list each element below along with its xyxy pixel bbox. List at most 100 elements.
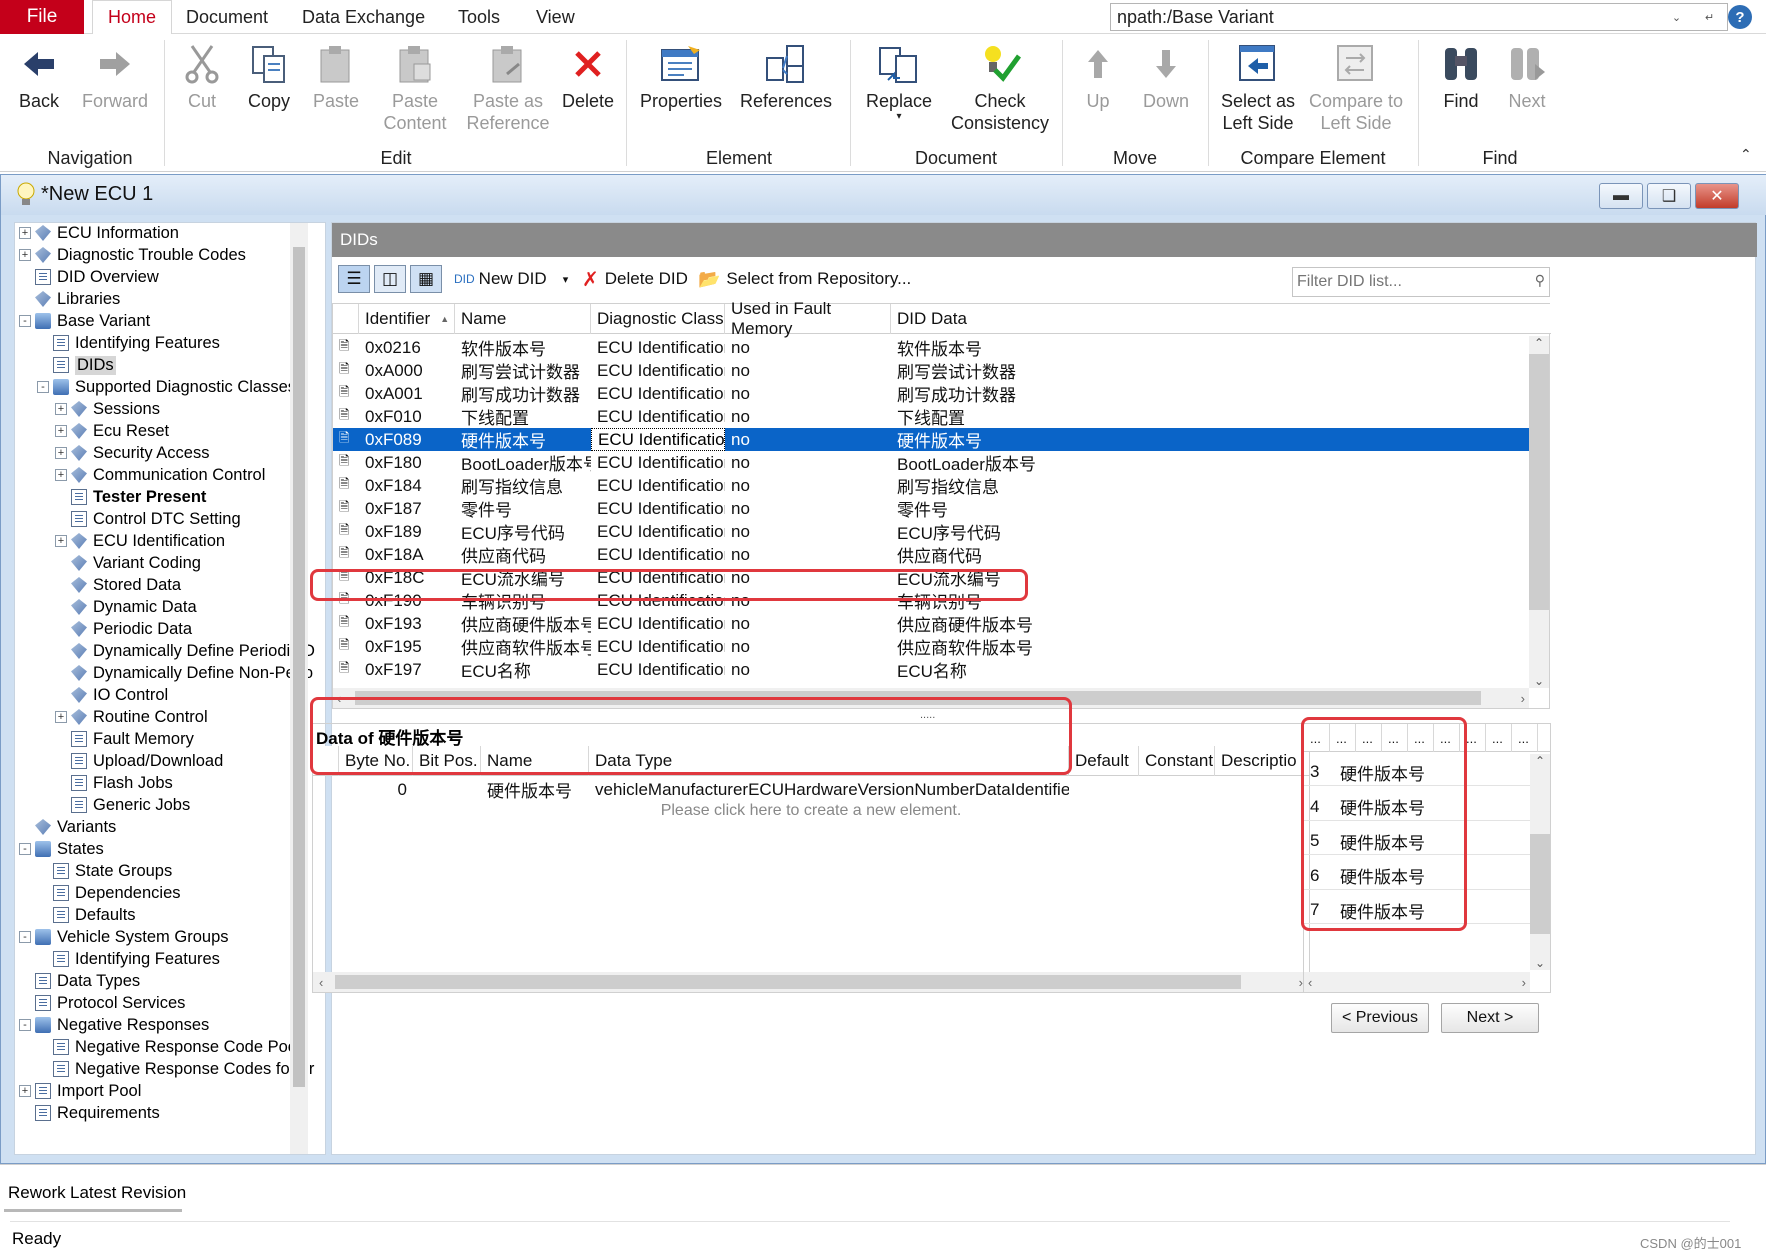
find-button[interactable]: Find	[1436, 42, 1486, 112]
expand-icon[interactable]: +	[55, 425, 67, 437]
create-element-hint[interactable]: Please click here to create a new elemen…	[313, 802, 1309, 820]
tree-item[interactable]: Control DTC Setting	[55, 508, 241, 530]
tree-item[interactable]: Variant Coding	[55, 552, 201, 574]
byte-layout-row[interactable]: 4 硬件版本号	[1304, 793, 1530, 821]
byte-layout-col[interactable]: ...	[1330, 724, 1356, 752]
col-name[interactable]: Name	[455, 304, 591, 334]
byte-layout-row[interactable]: 3 硬件版本号	[1304, 758, 1530, 786]
scroll-up-icon[interactable]: ⌃	[1534, 336, 1544, 350]
scroll-right-icon[interactable]: ›	[1521, 691, 1525, 706]
did-row[interactable]: 🗎 0xF18A 供应商代码 ECU Identification no 供应商代码	[333, 543, 1529, 567]
tree-item[interactable]: State Groups	[37, 860, 172, 882]
delete-did-button[interactable]: ✗ Delete DID	[582, 265, 688, 293]
did-row[interactable]: 🗎 0xF010 下线配置 ECU Identification no 下线配置	[333, 405, 1529, 429]
tree-item[interactable]: Upload/Download	[55, 750, 223, 772]
paste-button[interactable]: Paste	[310, 42, 362, 112]
byte-layout-col[interactable]: ...	[1356, 724, 1382, 752]
tab-view[interactable]: View	[536, 0, 575, 34]
scroll-left-icon[interactable]: ‹	[1308, 975, 1312, 990]
copy-button[interactable]: Copy	[244, 42, 294, 112]
tree-item[interactable]: + Diagnostic Trouble Codes	[19, 244, 246, 266]
expand-icon[interactable]: +	[55, 535, 67, 547]
scroll-left-icon[interactable]: ‹	[337, 691, 341, 706]
tree-item[interactable]: + Routine Control	[55, 706, 208, 728]
tree-item[interactable]: Identifying Features	[37, 332, 220, 354]
tree-item[interactable]: Tester Present	[55, 486, 206, 508]
file-tab[interactable]: File	[0, 0, 84, 34]
help-icon[interactable]: ?	[1728, 5, 1752, 29]
byte-layout-col[interactable]: ...	[1486, 724, 1512, 752]
byte-layout-hscrollbar[interactable]: ‹ ›	[1304, 972, 1530, 992]
tab-latest-revision[interactable]: Latest Revision	[70, 1183, 186, 1203]
tree-item[interactable]: - Base Variant	[19, 310, 150, 332]
view-split-button[interactable]: ◫	[374, 265, 406, 293]
navigate-icon[interactable]: ↵	[1705, 11, 1714, 24]
tree-item[interactable]: + Communication Control	[55, 464, 265, 486]
search-icon[interactable]: ⚲	[1535, 272, 1545, 289]
tree-item[interactable]: DID Overview	[19, 266, 159, 288]
byte-layout-col[interactable]: ...	[1460, 724, 1486, 752]
col-bit-pos[interactable]: Bit Pos.	[413, 746, 481, 776]
scroll-left-icon[interactable]: ‹	[319, 975, 323, 990]
paste-content-button[interactable]: Paste Content	[378, 42, 452, 134]
next-button[interactable]: Next >	[1441, 1003, 1539, 1033]
check-consistency-button[interactable]: Check Consistency	[950, 42, 1050, 134]
dropdown-arrow-icon[interactable]: ▾	[563, 273, 569, 286]
minimize-button[interactable]: ▬	[1599, 183, 1643, 209]
expand-icon[interactable]: +	[55, 403, 67, 415]
tree-item[interactable]: + ECU Information	[19, 223, 179, 244]
did-row[interactable]: 🗎 0xF184 刷写指纹信息 ECU Identification no 刷写指纹信息	[333, 474, 1529, 498]
close-button[interactable]: ✕	[1695, 183, 1739, 209]
maximize-button[interactable]: ❑	[1647, 183, 1691, 209]
byte-layout-vscroll-thumb[interactable]	[1530, 834, 1550, 934]
byte-layout-col[interactable]: ...	[1512, 724, 1538, 752]
new-did-button[interactable]: DID New DID ▾	[454, 265, 568, 293]
back-button[interactable]: Back	[16, 42, 62, 112]
tree-item[interactable]: Variants	[19, 816, 116, 838]
expand-icon[interactable]: +	[19, 227, 31, 239]
did-row[interactable]: 🗎 0xF189 ECU序号代码 ECU Identification no ECU序号代…	[333, 520, 1529, 544]
tree-item[interactable]: Identifying Features	[37, 948, 220, 970]
col-diagnostic-class[interactable]: Diagnostic Class	[591, 304, 725, 334]
did-table-vscroll-thumb[interactable]	[1529, 354, 1549, 610]
find-next-button[interactable]: Next	[1502, 42, 1552, 112]
tree-item[interactable]: Fault Memory	[55, 728, 194, 750]
did-row[interactable]: 🗎 0xF180 BootLoader版本号 ECU Identification no…	[333, 451, 1529, 475]
scroll-up-icon[interactable]: ⌃	[1535, 754, 1545, 768]
byte-layout-col[interactable]: ...	[1434, 724, 1460, 752]
did-table-hscrollbar[interactable]: ‹ ›	[333, 688, 1529, 708]
tree-item[interactable]: Stored Data	[55, 574, 181, 596]
tab-document[interactable]: Document	[186, 0, 268, 34]
did-row[interactable]: 🗎 0xF195 供应商软件版本号 ECU Identification no 供应商软件…	[333, 635, 1529, 659]
col-default[interactable]: Default	[1069, 746, 1139, 776]
properties-button[interactable]: Properties	[638, 42, 724, 112]
delete-button[interactable]: Delete	[560, 42, 616, 112]
scroll-down-icon[interactable]: ⌄	[1534, 674, 1544, 688]
forward-button[interactable]: Forward	[78, 42, 152, 112]
col-data-type[interactable]: Data Type	[589, 746, 1069, 776]
view-list-button[interactable]: ☰	[338, 265, 370, 293]
byte-layout-col[interactable]: ...	[1304, 724, 1330, 752]
col-identifier[interactable]: Identifier ▲	[359, 304, 455, 334]
col-did-data[interactable]: DID Data	[891, 304, 1551, 334]
paste-as-reference-button[interactable]: Paste as Reference	[460, 42, 556, 134]
panel-splitter[interactable]: .....	[920, 709, 935, 721]
up-button[interactable]: Up	[1080, 42, 1116, 112]
did-row[interactable]: 🗎 0xA000 刷写尝试计数器 ECU Identification no 刷写尝试计数…	[333, 359, 1529, 383]
did-table-hscroll-thumb[interactable]	[355, 691, 1481, 705]
byte-layout-col[interactable]: ...	[1382, 724, 1408, 752]
did-row[interactable]: 🗎 0xF187 零件号 ECU Identification no 零件号	[333, 497, 1529, 521]
byte-layout-row[interactable]: 7 硬件版本号	[1304, 896, 1530, 924]
collapse-icon[interactable]: -	[19, 315, 31, 327]
tree-item[interactable]: - Negative Responses	[19, 1014, 209, 1036]
tree-item[interactable]: IO Control	[55, 684, 168, 706]
tree-item[interactable]: Protocol Services	[19, 992, 185, 1014]
chevron-down-icon[interactable]: ⌄	[1672, 11, 1681, 24]
tree-item[interactable]: Libraries	[19, 288, 120, 310]
cut-button[interactable]: Cut	[180, 42, 224, 112]
scroll-down-icon[interactable]: ⌄	[1535, 956, 1545, 970]
expand-icon[interactable]: +	[55, 711, 67, 723]
col-constant[interactable]: Constant	[1139, 746, 1215, 776]
col-used-in-fault-memory[interactable]: Used in Fault Memory	[725, 299, 891, 338]
down-button[interactable]: Down	[1138, 42, 1194, 112]
